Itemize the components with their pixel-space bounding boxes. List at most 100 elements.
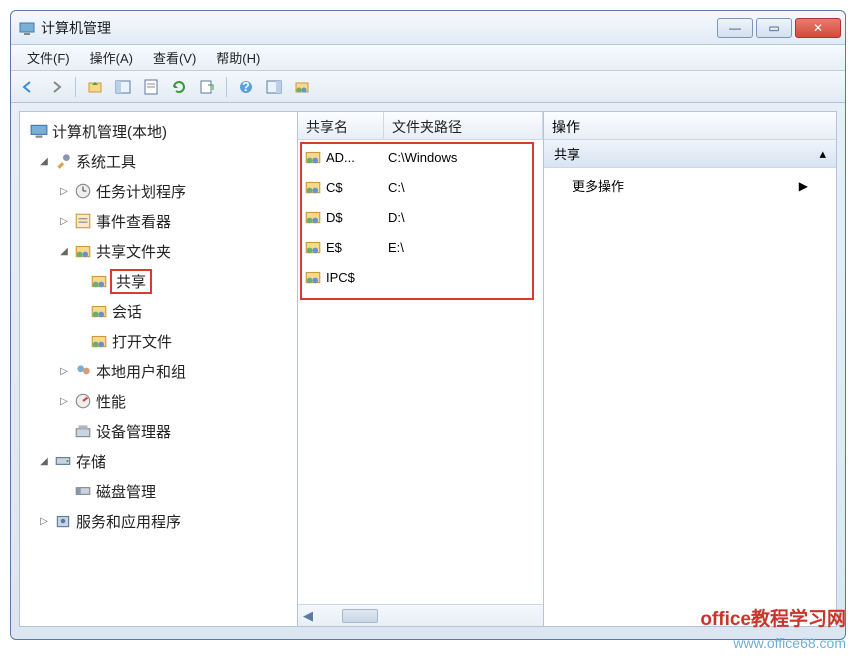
list-pane: 共享名 文件夹路径 AD... C:\Windows C$ C:\ D$ D:\ — [298, 112, 544, 626]
show-hide-tree-button[interactable] — [110, 75, 136, 99]
menu-action[interactable]: 操作(A) — [80, 45, 143, 70]
tree-label: 性能 — [96, 391, 126, 412]
tree-event-viewer[interactable]: ▷ 事件查看器 — [20, 206, 297, 236]
share-icon — [304, 208, 322, 226]
share-path: C:\Windows — [388, 150, 457, 165]
actions-more-label: 更多操作 — [572, 176, 624, 195]
horizontal-scrollbar[interactable]: ◀ — [298, 604, 543, 626]
tree-label: 服务和应用程序 — [76, 511, 181, 532]
open-files-folder-icon — [90, 332, 108, 350]
window-title: 计算机管理 — [41, 18, 717, 38]
collapse-up-icon: ▴ — [819, 146, 826, 162]
event-icon — [74, 212, 92, 230]
close-button[interactable]: ✕ — [795, 18, 841, 38]
actions-section[interactable]: 共享 ▴ — [544, 140, 836, 168]
tree-label: 事件查看器 — [96, 211, 171, 232]
action-pane-button[interactable] — [261, 75, 287, 99]
tree-label: 会话 — [112, 301, 142, 322]
tree-performance[interactable]: ▷ 性能 — [20, 386, 297, 416]
shared-folder-icon — [74, 242, 92, 260]
tree-system-tools[interactable]: ◢ 系统工具 — [20, 146, 297, 176]
svg-text:?: ? — [242, 79, 250, 94]
menu-help[interactable]: 帮助(H) — [206, 45, 270, 70]
tree-shared-folders[interactable]: ◢ 共享文件夹 — [20, 236, 297, 266]
session-folder-icon — [90, 302, 108, 320]
list-row[interactable]: IPC$ — [300, 262, 541, 292]
scroll-left-icon[interactable]: ◀ — [298, 608, 318, 624]
tree-local-users[interactable]: ▷ 本地用户和组 — [20, 356, 297, 386]
actions-section-label: 共享 — [554, 144, 580, 163]
chevron-right-icon: ▶ — [799, 179, 808, 193]
actions-pane: 操作 共享 ▴ 更多操作 ▶ — [544, 112, 836, 626]
collapse-icon[interactable]: ◢ — [38, 156, 50, 167]
minimize-button[interactable]: — — [717, 18, 753, 38]
expand-icon[interactable]: ▷ — [38, 516, 50, 527]
actions-more[interactable]: 更多操作 ▶ — [544, 168, 836, 203]
tools-icon — [54, 152, 72, 170]
share-icon — [304, 148, 322, 166]
menubar: 文件(F) 操作(A) 查看(V) 帮助(H) — [11, 45, 845, 71]
disk-icon — [74, 482, 92, 500]
menu-file[interactable]: 文件(F) — [17, 45, 80, 70]
tree-device-manager[interactable]: 设备管理器 — [20, 416, 297, 446]
tree-root[interactable]: 计算机管理(本地) — [20, 116, 297, 146]
watermark-url: www.office68.com — [733, 635, 846, 651]
tree-storage[interactable]: ◢ 存储 — [20, 446, 297, 476]
scroll-thumb[interactable] — [342, 609, 378, 623]
tree-open-files[interactable]: 打开文件 — [20, 326, 297, 356]
tree-sessions[interactable]: 会话 — [20, 296, 297, 326]
storage-icon — [54, 452, 72, 470]
users-icon — [74, 362, 92, 380]
share-path: E:\ — [388, 240, 404, 255]
body-area: 计算机管理(本地) ◢ 系统工具 ▷ 任务计划程序 ▷ 事件查看器 ◢ 共享文件… — [19, 111, 837, 627]
help-button[interactable]: ? — [233, 75, 259, 99]
tree-disk-management[interactable]: 磁盘管理 — [20, 476, 297, 506]
share-name: C$ — [326, 180, 343, 195]
tree-services[interactable]: ▷ 服务和应用程序 — [20, 506, 297, 536]
performance-icon — [74, 392, 92, 410]
tree-label: 本地用户和组 — [96, 361, 186, 382]
column-share-name[interactable]: 共享名 — [298, 112, 384, 139]
tree-task-scheduler[interactable]: ▷ 任务计划程序 — [20, 176, 297, 206]
share-name: AD... — [326, 150, 355, 165]
export-button[interactable] — [194, 75, 220, 99]
menu-view[interactable]: 查看(V) — [143, 45, 206, 70]
app-icon — [19, 20, 35, 36]
tree-label: 打开文件 — [112, 331, 172, 352]
tree-pane[interactable]: 计算机管理(本地) ◢ 系统工具 ▷ 任务计划程序 ▷ 事件查看器 ◢ 共享文件… — [20, 112, 298, 626]
tree-label: 计算机管理(本地) — [52, 121, 167, 142]
list-row[interactable]: AD... C:\Windows — [300, 142, 541, 172]
window-frame: 计算机管理 — ▭ ✕ 文件(F) 操作(A) 查看(V) 帮助(H) ? 计算… — [10, 10, 846, 640]
device-icon — [74, 422, 92, 440]
column-folder-path[interactable]: 文件夹路径 — [384, 112, 543, 139]
tree-shares[interactable]: 共享 — [20, 266, 297, 296]
collapse-icon[interactable]: ◢ — [58, 246, 70, 257]
expand-icon[interactable]: ▷ — [58, 396, 70, 407]
tree-label-selected: 共享 — [110, 269, 152, 294]
actions-header: 操作 — [544, 112, 836, 140]
up-button[interactable] — [82, 75, 108, 99]
maximize-button[interactable]: ▭ — [756, 18, 792, 38]
tree-label: 任务计划程序 — [96, 181, 186, 202]
services-icon — [54, 512, 72, 530]
back-button[interactable] — [15, 75, 41, 99]
list-row[interactable]: D$ D:\ — [300, 202, 541, 232]
expand-icon[interactable]: ▷ — [58, 216, 70, 227]
list-row[interactable]: C$ C:\ — [300, 172, 541, 202]
share-icon — [304, 178, 322, 196]
toolbar: ? — [11, 71, 845, 103]
properties-button[interactable] — [138, 75, 164, 99]
refresh-button[interactable] — [166, 75, 192, 99]
new-share-button[interactable] — [289, 75, 315, 99]
expand-icon[interactable]: ▷ — [58, 366, 70, 377]
tree-label: 系统工具 — [76, 151, 136, 172]
list-row[interactable]: E$ E:\ — [300, 232, 541, 262]
expand-icon[interactable]: ▷ — [58, 186, 70, 197]
collapse-icon[interactable]: ◢ — [38, 456, 50, 467]
list-body[interactable]: AD... C:\Windows C$ C:\ D$ D:\ E$ E:\ IP… — [298, 140, 543, 604]
toolbar-separator — [226, 77, 227, 97]
toolbar-separator — [75, 77, 76, 97]
clock-icon — [74, 182, 92, 200]
computer-icon — [30, 122, 48, 140]
forward-button[interactable] — [43, 75, 69, 99]
